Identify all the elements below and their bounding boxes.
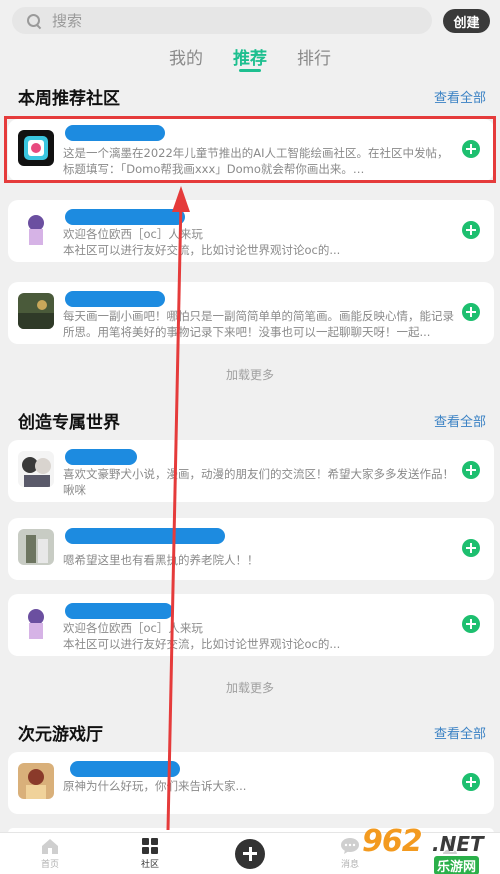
watermark-site: 乐游网 (434, 856, 480, 874)
watermark-domain: .NET (432, 832, 484, 856)
site-watermark: 962 .NET 乐游网 (360, 822, 496, 874)
watermark-brand: 962 (362, 824, 423, 859)
arrow-annotation (166, 186, 190, 831)
